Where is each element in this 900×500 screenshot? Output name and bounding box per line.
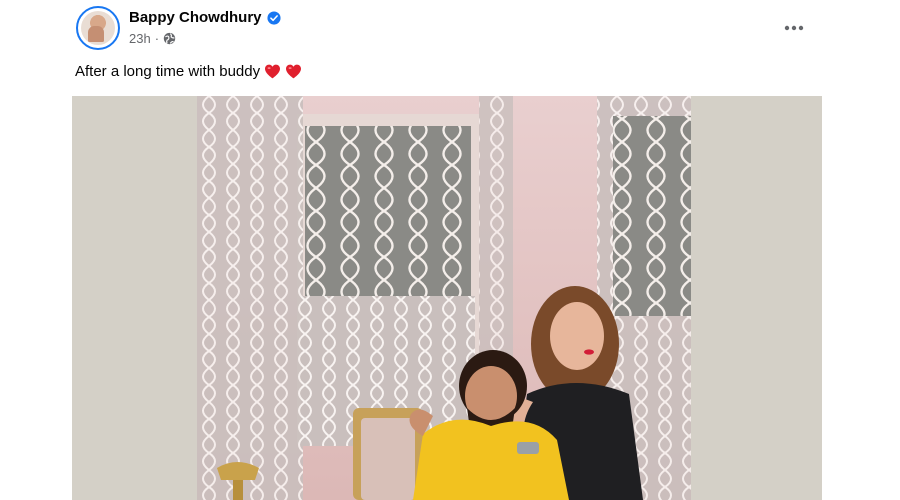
- post-header: Bappy Chowdhury 23h ·: [76, 6, 836, 52]
- heart-emoji-icon: [286, 64, 302, 79]
- more-options-button[interactable]: [776, 10, 812, 46]
- post-timestamp[interactable]: 23h: [129, 31, 151, 46]
- meta-separator: ·: [154, 31, 160, 46]
- verified-badge-icon: [266, 10, 281, 25]
- caption-text: After a long time with buddy: [75, 63, 261, 80]
- post-photo-container[interactable]: [72, 96, 822, 500]
- author-name[interactable]: Bappy Chowdhury: [129, 9, 262, 26]
- avatar-figure: [88, 26, 104, 42]
- globe-icon: [163, 32, 176, 45]
- heart-emoji-icon: [265, 64, 281, 79]
- author-avatar[interactable]: [76, 6, 120, 50]
- post-caption: After a long time with buddy: [75, 63, 302, 80]
- author-name-row: Bappy Chowdhury: [129, 9, 281, 26]
- more-options-icon: [784, 25, 804, 31]
- post-meta: 23h ·: [129, 31, 176, 46]
- post-photo[interactable]: [197, 96, 691, 500]
